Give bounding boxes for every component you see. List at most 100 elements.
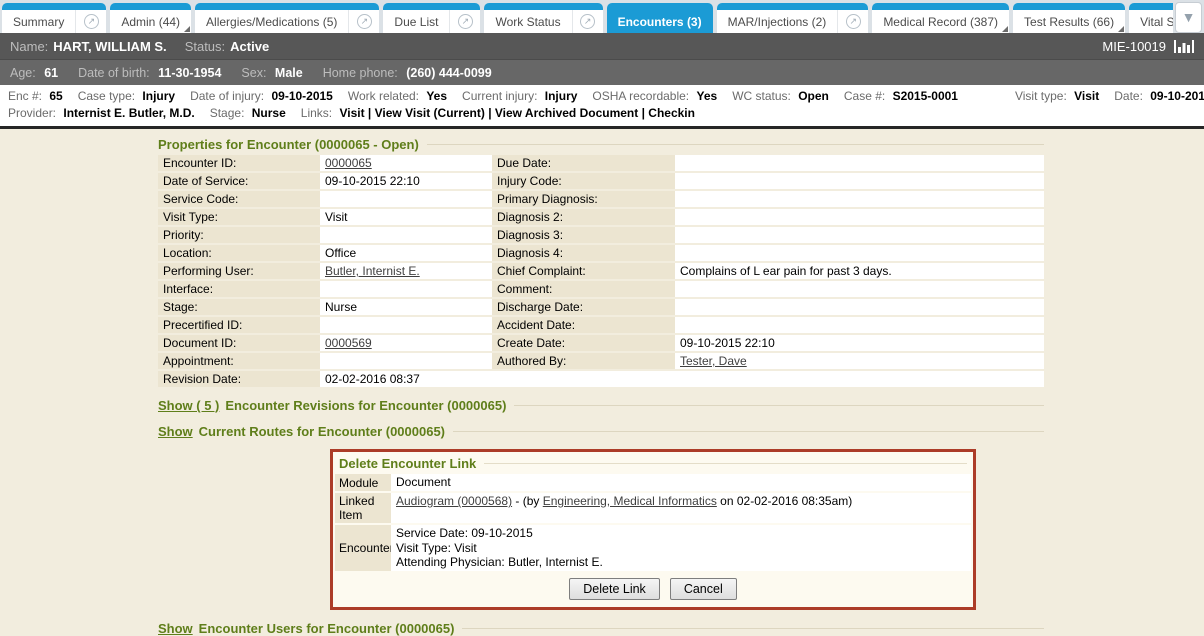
- tab-admin[interactable]: Admin (44): [110, 3, 191, 33]
- property-label: Diagnosis 3:: [492, 227, 675, 243]
- property-label: Chief Complaint:: [492, 263, 675, 279]
- cancel-button[interactable]: Cancel: [670, 578, 737, 600]
- delete-link-button[interactable]: Delete Link: [569, 578, 660, 600]
- property-label: Diagnosis 4:: [492, 245, 675, 261]
- field-label: Case #:: [844, 89, 889, 103]
- tab-label: MAR/Injections (2): [717, 10, 838, 33]
- bar-chart-icon[interactable]: [1174, 39, 1194, 54]
- property-label: Primary Diagnosis:: [492, 191, 675, 207]
- property-value: Office: [320, 245, 492, 261]
- page-title: Properties for Encounter (0000065 - Open…: [158, 137, 419, 152]
- tab-medical-record[interactable]: Medical Record (387): [872, 3, 1009, 33]
- property-value: [675, 299, 1044, 315]
- field-date-of-injury: Date of injury: 09-10-2015: [190, 89, 348, 103]
- popout-icon: ↗: [846, 14, 861, 29]
- linked-item-document-link[interactable]: Audiogram (0000568): [396, 494, 512, 508]
- field-label: Current injury:: [462, 89, 541, 103]
- property-label: Visit Type:: [158, 209, 320, 225]
- property-value-link[interactable]: Tester, Dave: [680, 354, 747, 368]
- field-label: OSHA recordable:: [592, 89, 692, 103]
- linked-item-author-link[interactable]: Engineering, Medical Informatics: [543, 494, 717, 508]
- property-value: 02-02-2016 08:37: [320, 371, 1044, 387]
- field-value: Visit: [1074, 89, 1099, 103]
- tab-allergies-medications[interactable]: Allergies/Medications (5)↗: [195, 3, 379, 33]
- field-value: 09-10-2015: [271, 89, 332, 103]
- field-label: Date of injury:: [190, 89, 267, 103]
- popout-icon: ↗: [84, 14, 99, 29]
- tab-summary[interactable]: Summary↗: [2, 3, 106, 33]
- property-label: Encounter ID:: [158, 155, 320, 171]
- patient-name: HART, WILLIAM S.: [53, 39, 166, 54]
- properties-heading: Properties for Encounter (0000065 - Open…: [158, 137, 1044, 152]
- field-date-of-birth: Date of birth: 11-30-1954: [78, 66, 221, 80]
- property-value: [675, 173, 1044, 189]
- section-title: Encounter Revisions for Encounter (00000…: [225, 398, 506, 413]
- delete-box-heading: Delete Encounter Link: [335, 454, 971, 474]
- field-value: (260) 444-0099: [406, 66, 491, 80]
- property-label: Stage:: [158, 299, 320, 315]
- show-routes-link[interactable]: Show: [158, 424, 193, 439]
- show-users-link[interactable]: Show: [158, 621, 193, 636]
- tab-label: Medical Record (387): [872, 10, 1009, 33]
- property-value: [675, 191, 1044, 207]
- property-label: Diagnosis 2:: [492, 209, 675, 225]
- property-label: Due Date:: [492, 155, 675, 171]
- field-label: Enc #:: [8, 89, 45, 103]
- property-label: Interface:: [158, 281, 320, 297]
- property-value: [320, 191, 492, 207]
- tab-test-results[interactable]: Test Results (66): [1013, 3, 1125, 33]
- property-value: Nurse: [320, 299, 492, 315]
- status-label: Status:: [185, 39, 225, 54]
- encounter-detail-line: Service Date: 09-10-2015: [396, 526, 971, 541]
- tab-mar-injections[interactable]: MAR/Injections (2) ↗: [717, 3, 869, 33]
- show-revisions-link[interactable]: Show ( 5 ): [158, 398, 219, 413]
- field-age: Age: 61: [10, 66, 58, 80]
- name-label: Name:: [10, 39, 48, 54]
- tab-label: Allergies/Medications (5): [195, 10, 348, 33]
- field-value: Male: [275, 66, 303, 80]
- tab-label: Encounters (3): [607, 10, 713, 33]
- property-value: [320, 317, 492, 333]
- property-label: Comment:: [492, 281, 675, 297]
- section-current-routes: Show Current Routes for Encounter (00000…: [158, 424, 1044, 439]
- field-label: Work related:: [348, 89, 422, 103]
- module-label: Module: [335, 474, 391, 491]
- property-label: Performing User:: [158, 263, 320, 279]
- popout-icon-button[interactable]: ↗: [449, 10, 480, 33]
- tab-due-list[interactable]: Due List↗: [383, 3, 480, 33]
- tab-encounters[interactable]: Encounters (3): [607, 3, 713, 33]
- property-value: Complains of L ear pain for past 3 days.: [675, 263, 1044, 279]
- popout-icon: ↗: [458, 14, 473, 29]
- field-stage: Stage: Nurse: [210, 106, 301, 120]
- property-value-link[interactable]: Butler, Internist E.: [325, 264, 420, 278]
- field-links: Links: Visit | View Visit (Current) | Vi…: [301, 106, 710, 120]
- tab-vital-signs[interactable]: Vital Signs↗: [1129, 3, 1173, 33]
- field-label: Links:: [301, 106, 336, 120]
- delete-encounter-link-panel: Delete Encounter Link Module Document Li…: [330, 449, 976, 610]
- property-value: [675, 227, 1044, 243]
- field-case-type: Case type: Injury: [78, 89, 190, 103]
- tab-work-status[interactable]: Work Status↗: [484, 3, 602, 33]
- tab-scroll-down-button[interactable]: ▼: [1175, 2, 1202, 33]
- linked-item-row: Linked Item Audiogram (0000568) - (by En…: [335, 493, 971, 523]
- property-value: [675, 245, 1044, 261]
- property-value: Visit: [320, 209, 492, 225]
- field-label: Age:: [10, 66, 39, 80]
- field-value: Yes: [696, 89, 717, 103]
- property-label: Accident Date:: [492, 317, 675, 333]
- patient-banner: Name: HART, WILLIAM S. Status: Active MI…: [0, 33, 1204, 60]
- field-home-phone: Home phone: (260) 444-0099: [323, 66, 492, 80]
- field-value[interactable]: Visit | View Visit (Current) | View Arch…: [339, 106, 695, 120]
- property-value: 0000569: [320, 335, 492, 351]
- property-label: Create Date:: [492, 335, 675, 351]
- popout-icon-button[interactable]: ↗: [348, 10, 379, 33]
- linked-item-label: Linked Item: [335, 493, 391, 523]
- property-value-link[interactable]: 0000569: [325, 336, 372, 350]
- popout-icon-button[interactable]: ↗: [75, 10, 106, 33]
- encounter-properties-panel: Properties for Encounter (0000065 - Open…: [158, 129, 1044, 636]
- property-value-link[interactable]: 0000065: [325, 156, 372, 170]
- popout-icon-button[interactable]: ↗: [572, 10, 603, 33]
- property-value: 0000065: [320, 155, 492, 171]
- field-value: Internist E. Butler, M.D.: [63, 106, 194, 120]
- popout-icon-button[interactable]: ↗: [837, 10, 868, 33]
